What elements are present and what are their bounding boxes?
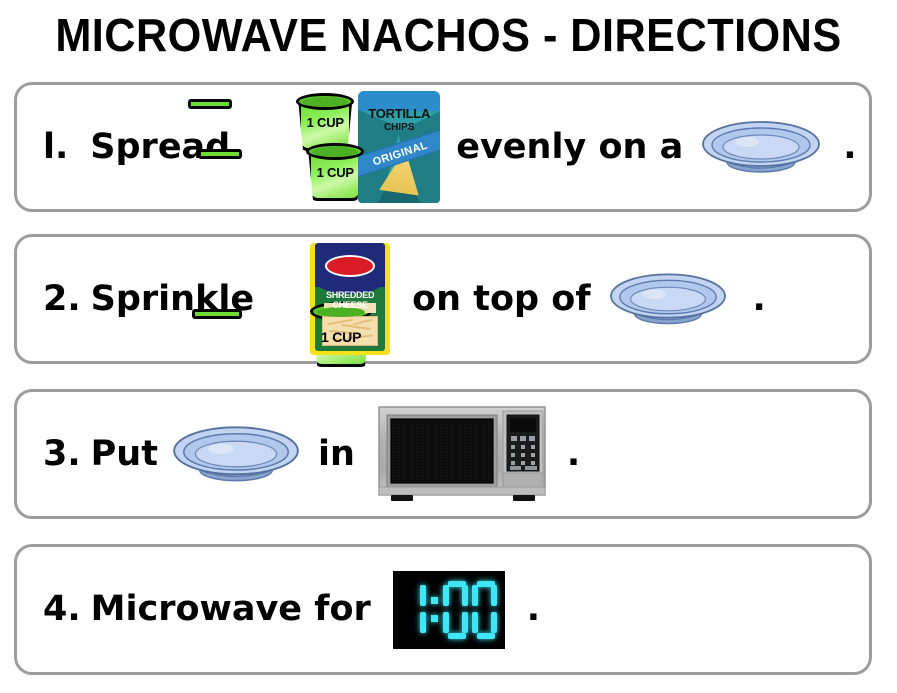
bag-brand-name: TORTILLA [368,106,431,121]
cheese-bag-logo-oval [325,255,376,277]
tortilla-chips-bag-icon: TORTILLA CHIPS ORIGINAL [358,91,441,203]
step-3-period: . [566,433,581,474]
cup-handle [192,309,243,319]
step-box-2: 2. Sprinkle 1 CUP SHREDDED CHEESE on top… [14,234,872,367]
blue-plate-icon [609,266,727,332]
step-box-1: l. Spread 1 CUP 1 CUP TORTILLA CHIPS ORI… [14,82,872,212]
step-2-number: 2. [43,278,81,319]
step-3-text-middle: in [317,433,355,474]
cup-label: 1 CUP [316,165,354,180]
step-1-text-before: Spread [90,126,231,167]
timer-digit-1 [401,581,426,639]
step-1-number: l. [43,126,69,167]
cup-rim-inner [302,97,349,107]
step-1-period: . [843,126,857,167]
timer-digit-3 [471,580,497,639]
step-box-3: 3. Put in . [14,389,872,519]
cup-handle [198,149,243,159]
microwave-icon [377,403,547,506]
timer-colon [430,581,439,639]
blue-plate-icon [701,114,821,180]
cup-label: 1 CUP [320,329,362,345]
plate-svg [609,273,726,325]
digital-timer-icon: 1:00 [392,570,505,649]
step-box-4: 4. Microwave for 1:00 . [14,544,872,675]
step-3-number: 3. [43,433,81,474]
microwave-svg [378,405,546,501]
step-3-text-before: Put [90,433,158,474]
measuring-cups-group: 1 CUP 1 CUP [188,91,365,203]
step-1-row: l. Spread 1 CUP 1 CUP TORTILLA CHIPS ORI… [17,85,869,209]
step-2-text-middle: on top of [412,278,591,319]
step-4-text-before: Microwave for [90,589,371,629]
step-3-row: 3. Put in . [17,392,869,516]
bag-subtitle: CHIPS [383,122,415,133]
plate-svg [702,121,821,173]
step-2-period: . [752,278,766,319]
step-4-row: 4. Microwave for 1:00 . [17,547,869,672]
step-1-text-middle: evenly on a [456,126,684,167]
timer-display [401,579,497,641]
cup-handle [188,99,233,109]
plate-svg [173,426,299,482]
cup-label: 1 CUP [306,115,344,130]
page-title: MICROWAVE NACHOS - DIRECTIONS [55,9,842,61]
step-4-number: 4. [43,589,81,629]
step-4-period: . [526,589,541,629]
timer-digit-2 [442,580,468,639]
cup-rim-inner [312,147,359,157]
cheese-bag-label: SHREDDED CHEESE [326,290,375,310]
blue-plate-icon [172,418,300,490]
step-2-row: 2. Sprinkle 1 CUP SHREDDED CHEESE on top… [17,237,869,367]
